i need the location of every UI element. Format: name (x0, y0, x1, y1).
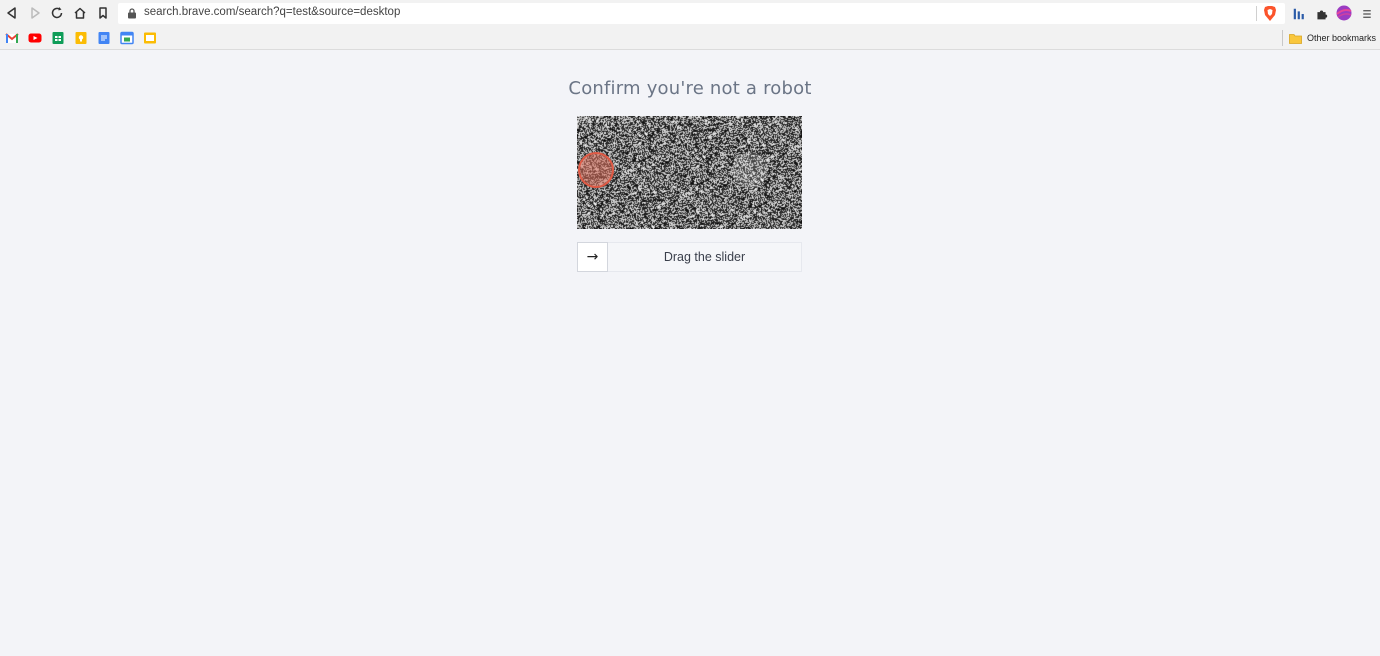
keep-icon[interactable] (74, 31, 88, 45)
bookmarks-divider (1282, 30, 1283, 46)
captcha-slider[interactable]: → Drag the slider (577, 242, 802, 272)
youtube-icon[interactable] (28, 31, 42, 45)
captcha-target-slot (732, 152, 768, 188)
home-icon[interactable] (72, 5, 88, 21)
address-bar[interactable]: search.brave.com/search?q=test&source=de… (118, 3, 1285, 24)
page-title: Confirm you're not a robot (568, 78, 812, 99)
gmail-icon[interactable] (5, 31, 19, 45)
calendar-icon[interactable] (120, 31, 134, 45)
slider-label: Drag the slider (663, 250, 746, 264)
bookmark-icon[interactable] (95, 5, 111, 21)
rewards-icon[interactable] (1291, 6, 1307, 22)
brave-shields-icon[interactable] (1263, 5, 1277, 22)
browser-toolbar: search.brave.com/search?q=test&source=de… (0, 0, 1380, 27)
docs-icon[interactable] (97, 31, 111, 45)
arrow-right-icon: → (586, 249, 599, 265)
captcha-puzzle-piece (578, 152, 614, 188)
bookmarks-bar: Other bookmarks (0, 27, 1380, 50)
forward-icon[interactable] (27, 5, 43, 21)
profile-avatar-icon[interactable] (1336, 5, 1352, 21)
omnibox-divider (1256, 6, 1257, 21)
folder-icon (1289, 33, 1302, 44)
url-text: search.brave.com/search?q=test&source=de… (144, 6, 401, 18)
other-bookmarks-label: Other bookmarks (1307, 33, 1377, 43)
slides-icon[interactable] (143, 31, 157, 45)
lock-icon (128, 8, 136, 19)
sheets-icon[interactable] (51, 31, 65, 45)
menu-icon[interactable] (1359, 6, 1375, 22)
slider-handle[interactable]: → (577, 242, 608, 272)
extensions-icon[interactable] (1313, 6, 1329, 22)
back-icon[interactable] (4, 5, 20, 21)
other-bookmarks-button[interactable]: Other bookmarks (1289, 30, 1376, 46)
reload-icon[interactable] (49, 5, 65, 21)
